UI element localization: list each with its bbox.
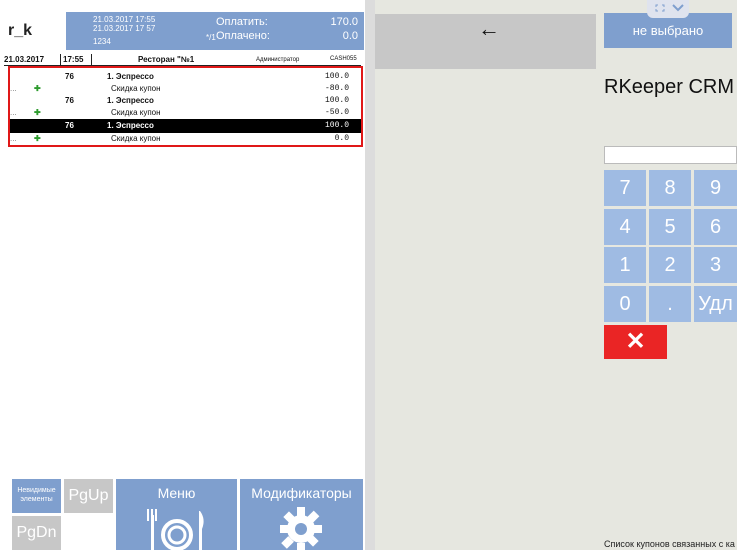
order-item-row[interactable]: 76 1. Эспрессо 100.0 bbox=[10, 71, 361, 83]
key-9[interactable]: 9 bbox=[694, 170, 737, 206]
expand-icon bbox=[655, 4, 665, 12]
order-time: 17:55 bbox=[63, 55, 84, 64]
pay-label: Оплатить: bbox=[216, 16, 268, 28]
pay-value: 170.0 bbox=[330, 16, 358, 28]
key-7[interactable]: 7 bbox=[604, 170, 646, 206]
key-8[interactable]: 8 bbox=[649, 170, 691, 206]
order-header: 21.03.2017 17:55 21.03.2017 17 57 1234 *… bbox=[66, 12, 364, 50]
discount-row[interactable]: ... ✚ Скидка купон -50.0 bbox=[10, 107, 361, 119]
app-logo: r_k bbox=[8, 22, 33, 39]
key-1[interactable]: 1 bbox=[604, 247, 646, 283]
discount-row[interactable]: ... ✚ Скидка купон 0.0 bbox=[10, 133, 361, 145]
coupon-input[interactable] bbox=[604, 146, 737, 164]
paid-value: 0.0 bbox=[342, 30, 358, 42]
key-delete[interactable]: Удл bbox=[694, 286, 737, 322]
item-price: 100.0 bbox=[324, 121, 349, 130]
page-up-button[interactable]: PgUp bbox=[64, 479, 113, 513]
discount-value: -80.0 bbox=[324, 84, 349, 93]
more-dots: ... bbox=[10, 84, 17, 93]
discount-row[interactable]: ... ✚ Скидка купон -80.0 bbox=[10, 83, 361, 95]
close-icon[interactable]: ✕ bbox=[604, 325, 667, 359]
key-6[interactable]: 6 bbox=[694, 209, 737, 245]
not-selected-label: не выбрано bbox=[632, 23, 704, 38]
crm-title: RKeeper CRM bbox=[604, 76, 735, 98]
discount-value: -50.0 bbox=[324, 108, 349, 117]
restaurant-name: Ресторан "№1 bbox=[138, 55, 195, 64]
order-info-row: 21.03.2017 17:55 Ресторан "№1 Администра… bbox=[4, 54, 361, 66]
more-dots: ... bbox=[10, 108, 17, 117]
panel-divider bbox=[365, 0, 375, 550]
item-price: 100.0 bbox=[324, 72, 349, 81]
order-lines: 76 1. Эспрессо 100.0 ... ✚ Скидка купон … bbox=[8, 66, 363, 147]
menu-button[interactable]: Меню bbox=[116, 479, 237, 550]
order-open-datetime: 21.03.2017 17:55 bbox=[93, 15, 156, 24]
not-selected-button[interactable]: не выбрано bbox=[604, 13, 732, 48]
paid-label: Оплачено: bbox=[216, 30, 270, 42]
item-name: 1. Эспрессо bbox=[107, 96, 154, 105]
chevron-down-icon bbox=[672, 4, 684, 12]
plus-icon: ✚ bbox=[34, 134, 41, 143]
page-down-button[interactable]: PgDn bbox=[12, 516, 61, 550]
key-3[interactable]: 3 bbox=[694, 247, 737, 283]
cashier-id: CASH055 bbox=[330, 56, 357, 62]
table-code: 1234 bbox=[93, 37, 111, 46]
status-text: Список купонов связанных с ка bbox=[604, 539, 735, 549]
plus-icon: ✚ bbox=[34, 108, 41, 117]
key-4[interactable]: 4 bbox=[604, 209, 646, 245]
modifiers-label: Модификаторы bbox=[251, 485, 352, 501]
item-qty: 76 bbox=[65, 121, 74, 130]
current-datetime: 21.03.2017 17 57 bbox=[93, 24, 156, 33]
user-role: Администратор bbox=[256, 57, 300, 63]
collapse-tab[interactable] bbox=[647, 0, 689, 18]
key-0[interactable]: 0 bbox=[604, 286, 646, 322]
discount-label: Скидка купон bbox=[111, 84, 161, 93]
key-dot[interactable]: . bbox=[649, 286, 691, 322]
divider bbox=[91, 54, 92, 66]
plus-icon: ✚ bbox=[34, 84, 41, 93]
item-name: 1. Эспрессо bbox=[107, 121, 154, 130]
item-price: 100.0 bbox=[324, 96, 349, 105]
discount-label: Скидка купон bbox=[111, 134, 161, 143]
menu-label: Меню bbox=[157, 485, 196, 501]
order-panel: r_k 21.03.2017 17:55 21.03.2017 17 57 12… bbox=[0, 0, 365, 550]
more-dots: ... bbox=[10, 134, 17, 143]
discount-value: 0.0 bbox=[334, 134, 349, 143]
divider bbox=[60, 54, 61, 66]
arrow-left-icon[interactable]: ← bbox=[478, 18, 500, 40]
seat-number: */1 bbox=[206, 33, 216, 42]
gear-icon bbox=[280, 507, 322, 550]
order-date: 21.03.2017 bbox=[4, 55, 45, 64]
key-5[interactable]: 5 bbox=[649, 209, 691, 245]
item-name: 1. Эспрессо bbox=[107, 72, 154, 81]
invisible-elements-button[interactable]: Невидимые элементы bbox=[12, 479, 61, 513]
plate-cutlery-icon bbox=[147, 509, 204, 550]
key-2[interactable]: 2 bbox=[649, 247, 691, 283]
modifiers-button[interactable]: Модификаторы bbox=[240, 479, 363, 550]
item-qty: 76 bbox=[65, 96, 74, 105]
item-qty: 76 bbox=[65, 72, 74, 81]
order-item-row[interactable]: 76 1. Эспрессо 100.0 bbox=[10, 95, 361, 107]
discount-label: Скидка купон bbox=[111, 108, 161, 117]
order-item-row-selected[interactable]: 76 1. Эспрессо 100.0 bbox=[10, 119, 361, 133]
